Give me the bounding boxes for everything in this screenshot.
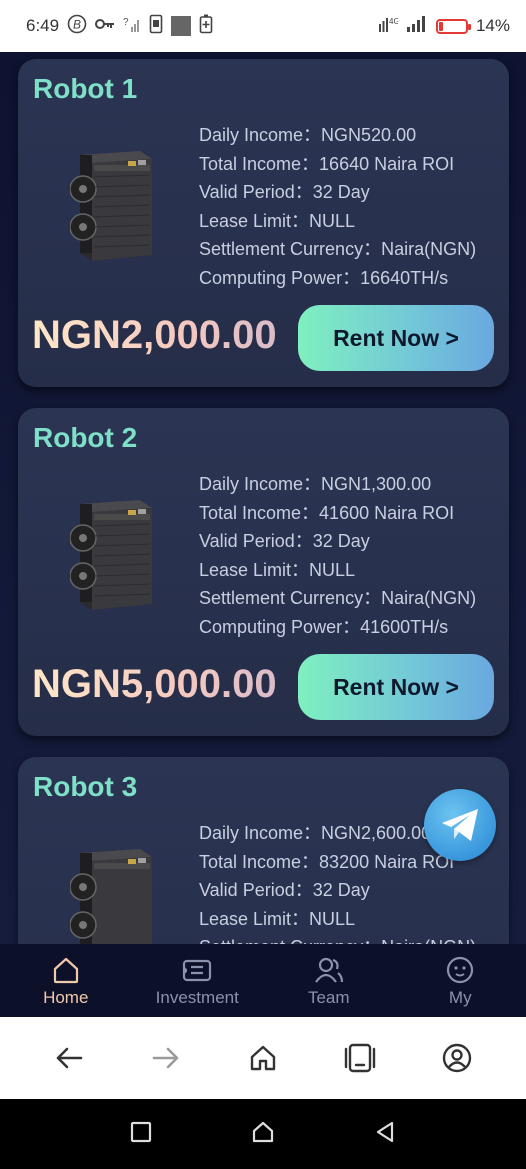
sim-icon — [149, 14, 163, 39]
status-time: 6:49 — [26, 16, 60, 35]
account-icon — [443, 1043, 472, 1073]
system-back-button[interactable] — [373, 1120, 397, 1149]
arrow-right-icon — [152, 1047, 179, 1069]
miner-image — [69, 147, 154, 263]
profile-icon — [447, 956, 474, 983]
tabs-icon — [344, 1043, 376, 1073]
browser-toolbar — [0, 1017, 526, 1099]
spec-list: Daily Income：NGN1,300.00 Total Income：41… — [199, 470, 476, 642]
spec-list: Daily Income：NGN520.00 Total Income：1664… — [199, 121, 476, 293]
card-title: Robot 2 — [33, 422, 138, 453]
spec-total-income: Total Income：41600 Naira ROI — [199, 502, 455, 523]
battery-icon — [435, 18, 471, 34]
product-card: Robot 2 Daily Income：NGN1,300.00 Total I… — [18, 408, 509, 736]
spec-settlement-currency: Settlement Currency：Naira(NGN) — [199, 239, 477, 260]
battery-saver-icon — [199, 14, 213, 39]
tab-label: Investment — [155, 987, 239, 1007]
back-button[interactable] — [51, 1040, 87, 1076]
notification-square-icon — [171, 16, 192, 36]
tab-investment[interactable]: Investment — [132, 944, 264, 1017]
system-navigation — [0, 1099, 526, 1169]
telegram-icon — [442, 809, 478, 841]
spec-settlement-currency: Settlement Currency：Naira(NGN) — [199, 933, 476, 944]
spec-lease-limit: Lease Limit：NULL — [199, 210, 356, 231]
arrow-left-icon — [56, 1047, 82, 1069]
product-card: Robot 1 Daily Income：NGN520.00 Total Inc… — [18, 59, 509, 387]
svg-text:B: B — [73, 17, 81, 31]
home-outline-icon — [250, 1045, 276, 1071]
spec-computing-power: Computing Power：41600TH/s — [199, 616, 449, 637]
tabs-button[interactable] — [342, 1040, 378, 1076]
spec-daily-income: Daily Income：NGN1,300.00 — [199, 474, 432, 494]
spec-settlement-currency: Settlement Currency：Naira(NGN) — [199, 588, 477, 609]
telegram-button[interactable] — [424, 789, 496, 861]
price: NGN2,000.00 — [32, 313, 277, 357]
rent-now-button[interactable]: Rent Now > — [298, 305, 494, 371]
miner-image — [69, 496, 154, 612]
price: NGN5,000.00 — [32, 662, 277, 706]
signal-icon — [406, 15, 428, 38]
tab-team[interactable]: Team — [263, 944, 395, 1017]
miner-image — [69, 845, 154, 944]
card-title: Robot 3 — [33, 771, 138, 802]
spec-total-income: Total Income：83200 Naira ROI — [199, 851, 455, 872]
no-signal-icon: ? — [123, 15, 141, 38]
svg-text:?: ? — [123, 17, 129, 28]
spec-computing-power: Computing Power：16640TH/s — [199, 267, 449, 288]
triangle-back-icon — [376, 1121, 394, 1142]
spec-valid-period: Valid Period：32 Day — [199, 531, 370, 552]
spec-lease-limit: Lease Limit：NULL — [199, 559, 356, 580]
battery-level — [438, 21, 443, 31]
spec-valid-period: Valid Period：32 Day — [199, 880, 370, 901]
browser-home-button[interactable] — [245, 1040, 281, 1076]
card-title: Robot 1 — [33, 73, 138, 104]
key-icon — [95, 17, 115, 36]
bitcoin-icon: B — [67, 14, 87, 39]
svg-text:4G: 4G — [389, 17, 398, 26]
system-home-button[interactable] — [251, 1120, 275, 1149]
wifi-calling-icon: 4G — [378, 15, 400, 38]
rent-now-button[interactable]: Rent Now > — [298, 654, 494, 720]
tab-label: Home — [43, 987, 89, 1007]
tab-bar: Home Investment Team My — [0, 944, 526, 1017]
phone-screen: 6:49 B ? 4G 14% Robot 1 Daily Income：NGN… — [0, 0, 526, 1169]
home-icon — [53, 957, 78, 983]
spec-daily-income: Daily Income：NGN520.00 — [199, 125, 417, 145]
tab-label: My — [448, 987, 472, 1007]
square-icon — [130, 1121, 152, 1142]
spec-lease-limit: Lease Limit：NULL — [199, 908, 356, 929]
status-bar: 6:49 B ? 4G 14% — [0, 0, 526, 52]
spec-valid-period: Valid Period：32 Day — [199, 182, 370, 203]
recents-button[interactable] — [129, 1120, 153, 1149]
tab-label: Team — [307, 987, 350, 1007]
wallet-icon — [183, 959, 212, 981]
spec-total-income: Total Income：16640 Naira ROI — [199, 153, 455, 174]
forward-button[interactable] — [148, 1040, 184, 1076]
tab-home[interactable]: Home — [0, 944, 132, 1017]
house-icon — [252, 1121, 274, 1142]
battery-percent: 14% — [475, 16, 510, 35]
team-icon — [314, 957, 343, 983]
account-button[interactable] — [439, 1040, 475, 1076]
tab-my[interactable]: My — [395, 944, 526, 1017]
